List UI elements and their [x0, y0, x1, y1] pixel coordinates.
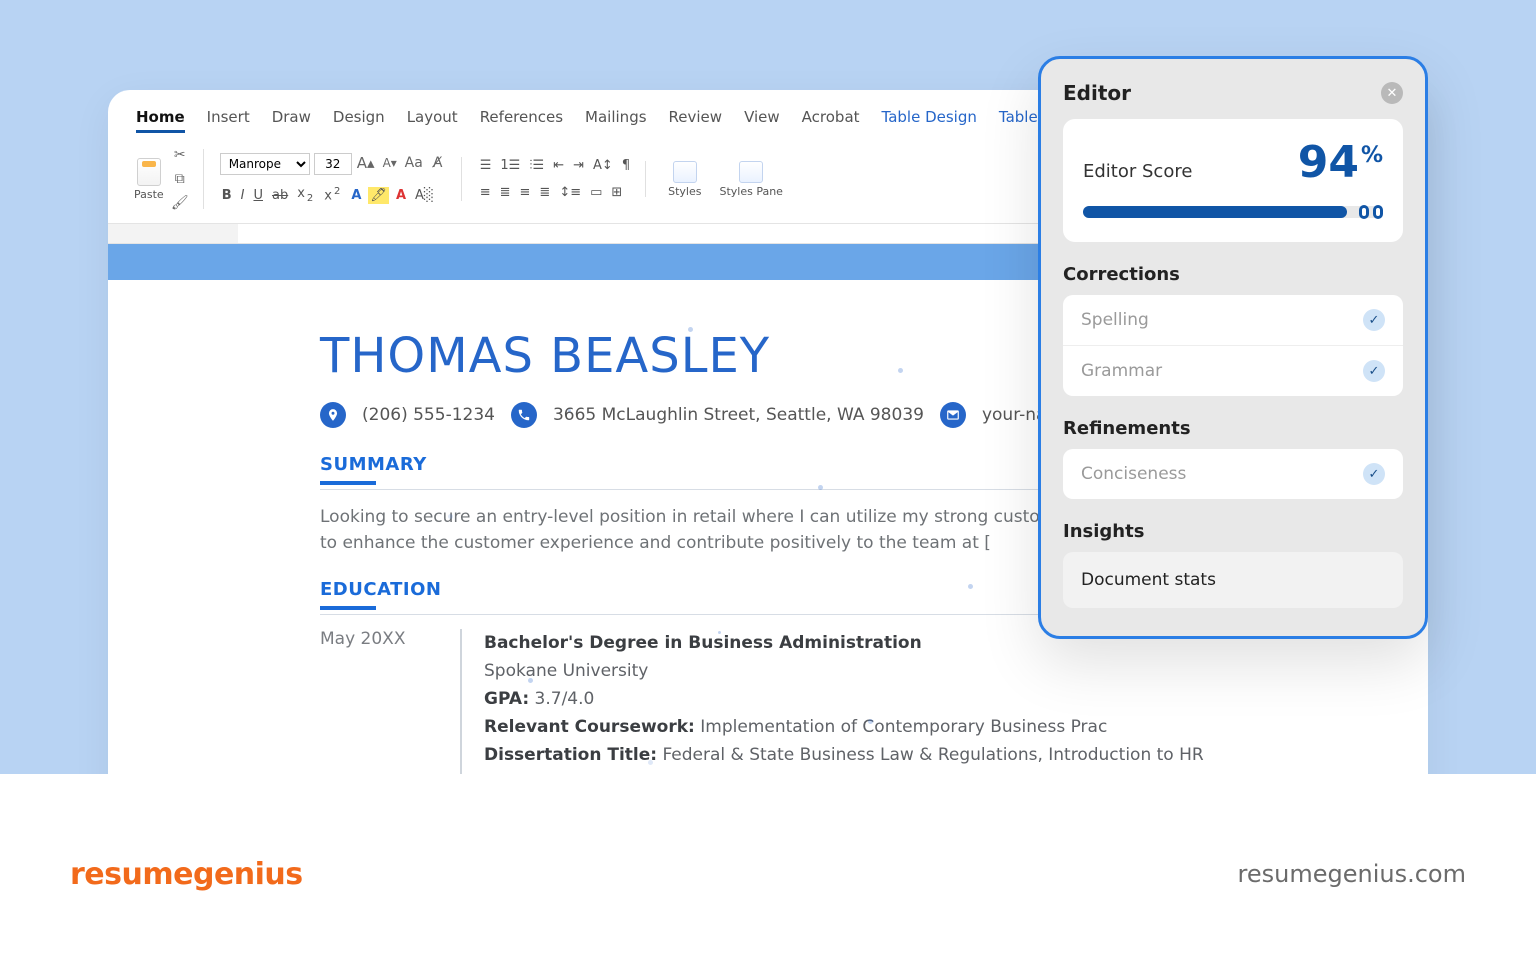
- styles-pane-label: Styles Pane: [719, 185, 782, 198]
- styles-label: Styles: [668, 185, 701, 198]
- tab-home[interactable]: Home: [136, 108, 185, 133]
- bold-button[interactable]: B: [220, 187, 234, 204]
- spelling-label: Spelling: [1081, 310, 1149, 330]
- justify-icon[interactable]: ≣: [537, 184, 552, 201]
- copy-icon[interactable]: ⧉: [170, 169, 190, 189]
- bullets-icon[interactable]: ☰: [478, 157, 494, 174]
- decrease-indent-icon[interactable]: ⇤: [551, 157, 566, 174]
- paste-label: Paste: [134, 188, 164, 201]
- score-progress-bar: [1083, 206, 1383, 218]
- shading-icon[interactable]: ▭: [588, 184, 604, 201]
- site-url: resumegenius.com: [1238, 860, 1466, 888]
- styles-icon: [673, 161, 697, 183]
- refinement-conciseness[interactable]: Conciseness ✓: [1063, 449, 1403, 499]
- phone-icon: [511, 402, 537, 428]
- tab-insert[interactable]: Insert: [207, 108, 250, 133]
- cut-icon[interactable]: ✂: [170, 145, 190, 165]
- strikethrough-button[interactable]: ab: [270, 187, 290, 204]
- numbering-icon[interactable]: 1☰: [498, 157, 522, 174]
- score-label: Editor Score: [1083, 161, 1192, 182]
- format-painter-icon[interactable]: 🖌: [170, 193, 190, 213]
- gpa-label: GPA:: [484, 689, 529, 709]
- phone-text: (206) 555-1234: [362, 405, 495, 425]
- refinements-heading: Refinements: [1063, 418, 1403, 439]
- align-left-icon[interactable]: ≡: [478, 184, 493, 201]
- insights-heading: Insights: [1063, 521, 1403, 542]
- correction-grammar[interactable]: Grammar ✓: [1063, 345, 1403, 396]
- corrections-heading: Corrections: [1063, 264, 1403, 285]
- styles-gallery-button[interactable]: Styles: [662, 161, 707, 198]
- tab-table-design[interactable]: Table Design: [882, 108, 977, 133]
- grammar-label: Grammar: [1081, 361, 1162, 381]
- check-icon: ✓: [1363, 360, 1385, 382]
- document-stats-item[interactable]: Document stats: [1063, 552, 1403, 608]
- italic-button[interactable]: I: [239, 187, 247, 204]
- document-stats-label: Document stats: [1081, 570, 1216, 590]
- correction-spelling[interactable]: Spelling ✓: [1063, 295, 1403, 345]
- superscript-button[interactable]: x2: [322, 185, 344, 204]
- tab-design[interactable]: Design: [333, 108, 385, 133]
- tab-view[interactable]: View: [744, 108, 780, 133]
- clear-formatting-icon[interactable]: A̸: [428, 153, 448, 173]
- footer-bar: resumegenius resumegenius.com: [0, 774, 1536, 974]
- coursework-label: Relevant Coursework:: [484, 717, 695, 737]
- gpa-value: 3.7/4.0: [529, 689, 594, 709]
- resumegenius-logo: resumegenius: [70, 857, 303, 892]
- align-center-icon[interactable]: ≣: [498, 184, 513, 201]
- close-icon[interactable]: ✕: [1381, 82, 1403, 104]
- clipboard-icon: [137, 158, 161, 186]
- character-shading-icon[interactable]: A░: [413, 187, 436, 204]
- tab-review[interactable]: Review: [669, 108, 723, 133]
- coursework-value: Implementation of Contemporary Business …: [695, 717, 1107, 737]
- decrease-font-icon[interactable]: A▾: [380, 153, 400, 173]
- styles-pane-icon: [739, 161, 763, 183]
- increase-font-icon[interactable]: A▴: [356, 153, 376, 173]
- font-family-select[interactable]: Manrope: [220, 153, 310, 175]
- increase-indent-icon[interactable]: ⇥: [571, 157, 586, 174]
- refinements-list: Conciseness ✓: [1063, 449, 1403, 499]
- editor-title: Editor: [1063, 81, 1131, 105]
- check-icon: ✓: [1363, 309, 1385, 331]
- highlight-icon[interactable]: 🖊: [368, 187, 389, 204]
- score-value: 94%: [1298, 137, 1383, 188]
- dissertation-label: Dissertation Title:: [484, 745, 657, 765]
- subscript-button[interactable]: x2: [295, 185, 317, 205]
- sort-icon[interactable]: A↕: [591, 157, 615, 174]
- tab-mailings[interactable]: Mailings: [585, 108, 646, 133]
- editor-panel: Editor ✕ Editor Score 94% Corrections Sp…: [1038, 56, 1428, 639]
- email-icon: [940, 402, 966, 428]
- styles-pane-button[interactable]: Styles Pane: [713, 161, 788, 198]
- line-spacing-icon[interactable]: ↕≡: [557, 184, 583, 201]
- score-card: Editor Score 94%: [1063, 119, 1403, 242]
- font-color-icon[interactable]: A: [394, 187, 408, 204]
- align-right-icon[interactable]: ≡: [518, 184, 533, 201]
- change-case-icon[interactable]: Aa: [404, 153, 424, 173]
- address-text: 3665 McLaughlin Street, Seattle, WA 9803…: [553, 405, 924, 425]
- underline-button[interactable]: U: [251, 187, 265, 204]
- multilevel-list-icon[interactable]: ⫶☰: [527, 157, 546, 174]
- university-text: Spokane University: [484, 657, 1216, 685]
- tab-references[interactable]: References: [480, 108, 563, 133]
- tab-layout[interactable]: Layout: [407, 108, 458, 133]
- text-effects-icon[interactable]: A: [349, 187, 363, 204]
- conciseness-label: Conciseness: [1081, 464, 1186, 484]
- location-icon: [320, 402, 346, 428]
- borders-icon[interactable]: ⊞: [609, 184, 624, 201]
- tab-acrobat[interactable]: Acrobat: [802, 108, 860, 133]
- font-size-input[interactable]: [314, 153, 352, 175]
- show-marks-icon[interactable]: ¶: [620, 157, 632, 174]
- paste-button[interactable]: Paste: [134, 158, 164, 201]
- check-icon: ✓: [1363, 463, 1385, 485]
- corrections-list: Spelling ✓ Grammar ✓: [1063, 295, 1403, 396]
- tab-draw[interactable]: Draw: [272, 108, 311, 133]
